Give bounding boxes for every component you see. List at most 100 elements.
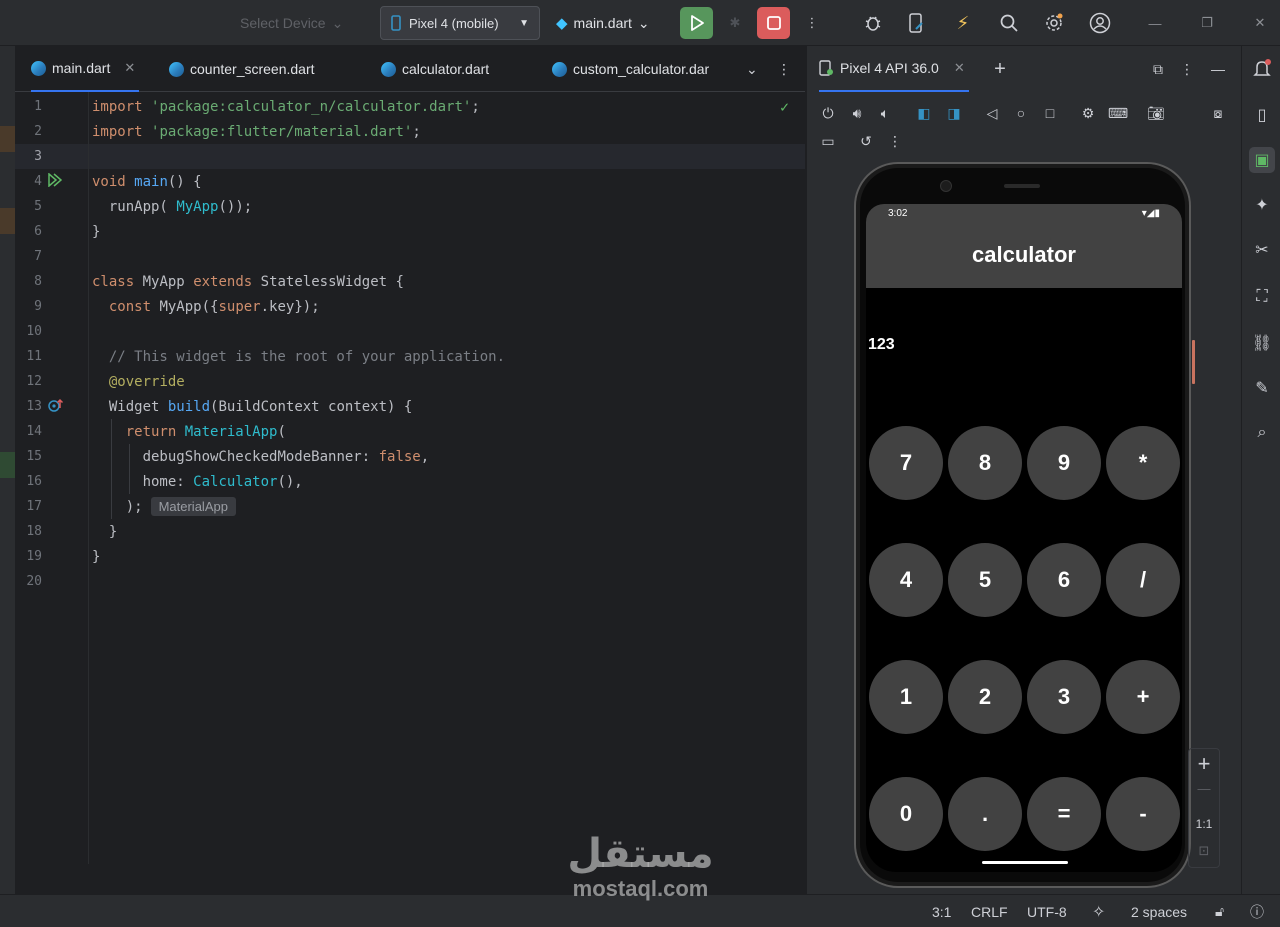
- ai-assist-icon[interactable]: ✧: [1092, 895, 1105, 927]
- run-button[interactable]: [680, 7, 713, 39]
- camera-icon[interactable]: 📷︎: [1143, 100, 1169, 126]
- file-encoding[interactable]: UTF-8: [1027, 895, 1067, 927]
- kebab-icon[interactable]: ⋮: [882, 128, 908, 154]
- zoom-fit-icon[interactable]: ⊡: [1189, 843, 1219, 859]
- tab-custom-calculator[interactable]: custom_calculator.dar: [552, 46, 709, 92]
- open-external-icon[interactable]: ⧉: [1145, 56, 1171, 82]
- edit-icon[interactable]: ✎: [1249, 375, 1275, 401]
- account-icon[interactable]: [1087, 0, 1113, 46]
- tabs-dropdown-icon[interactable]: ⌄: [746, 46, 758, 92]
- volume-down-icon[interactable]: 🔈︎: [872, 100, 898, 126]
- chevron-down-icon: ⌄: [331, 14, 344, 31]
- key-0[interactable]: 0: [869, 777, 943, 851]
- hide-panel-icon[interactable]: —: [1205, 56, 1231, 82]
- volume-up-icon[interactable]: 🔊︎: [844, 100, 870, 126]
- zoom-actual-size[interactable]: 1:1: [1189, 817, 1219, 831]
- problems-icon[interactable]: ⓘ: [1250, 895, 1264, 927]
- inspect-icon[interactable]: ⧇: [1205, 100, 1231, 126]
- lock-icon[interactable]: 🔓︎: [1215, 895, 1224, 927]
- kebab-icon[interactable]: ⋮: [799, 0, 825, 46]
- line-number: 10: [26, 324, 42, 339]
- dart-file-icon: [31, 60, 46, 76]
- line-number: 12: [26, 374, 42, 389]
- key-9[interactable]: 9: [1027, 426, 1101, 500]
- key-5[interactable]: 5: [948, 543, 1022, 617]
- settings-icon[interactable]: [1041, 0, 1067, 46]
- key-2[interactable]: 2: [948, 660, 1022, 734]
- key-7[interactable]: 7: [869, 426, 943, 500]
- add-device-icon[interactable]: +: [987, 56, 1013, 82]
- kebab-icon[interactable]: ⋮: [1174, 56, 1200, 82]
- run-config-selector[interactable]: ◆ main.dart ⌄: [556, 0, 650, 46]
- close-tab-icon[interactable]: ✕: [124, 60, 135, 76]
- key-1[interactable]: 1: [869, 660, 943, 734]
- key-8[interactable]: 8: [948, 426, 1022, 500]
- device-explorer-icon[interactable]: ▯: [1249, 102, 1275, 128]
- hot-reload-icon[interactable]: ⚡: [950, 0, 976, 46]
- restore-icon[interactable]: ❐: [1194, 0, 1220, 46]
- tab-main-dart[interactable]: main.dart ✕: [31, 46, 140, 92]
- device-settings-icon[interactable]: ⚙: [1075, 100, 1101, 126]
- key-divide[interactable]: /: [1106, 543, 1180, 617]
- line-number: 19: [26, 549, 42, 564]
- close-tab-icon[interactable]: ✕: [954, 60, 965, 76]
- notifications-icon[interactable]: [1249, 56, 1275, 82]
- indent-setting[interactable]: 2 spaces: [1131, 895, 1187, 927]
- stop-button[interactable]: [757, 7, 790, 39]
- device-manager-icon[interactable]: [903, 0, 929, 46]
- line-number: 15: [26, 449, 42, 464]
- key-multiply[interactable]: *: [1106, 426, 1180, 500]
- key-equals[interactable]: =: [1027, 777, 1101, 851]
- link-icon[interactable]: ⛓: [1249, 330, 1275, 356]
- line-number: 7: [34, 249, 42, 264]
- back-icon[interactable]: ◁: [979, 100, 1005, 126]
- key-minus[interactable]: -: [1106, 777, 1180, 851]
- line-separator[interactable]: CRLF: [971, 895, 1008, 927]
- select-device-dropdown[interactable]: Select Device ⌄: [240, 0, 343, 46]
- line-number: 1: [34, 99, 42, 114]
- zoom-out-icon[interactable]: —: [1189, 781, 1219, 796]
- emulator-tab-bar: Pixel 4 API 36.0 ✕ + ⧉ ⋮ —: [807, 46, 1242, 92]
- gesture-bar[interactable]: [982, 861, 1068, 864]
- run-gutter-icon[interactable]: [48, 171, 63, 191]
- inspect-icon[interactable]: ⌕: [1249, 420, 1275, 446]
- layout-inspector-icon[interactable]: ⛶: [1249, 284, 1275, 310]
- phone-screen[interactable]: 3:02 ▾◢▮ calculator 123 7 8 9 * 4 5 6 / …: [866, 204, 1182, 872]
- overview-icon[interactable]: □: [1037, 100, 1063, 126]
- cursor-position[interactable]: 3:1: [932, 895, 951, 927]
- power-icon[interactable]: ⏻: [815, 100, 841, 126]
- device-selector[interactable]: Pixel 4 (mobile) ▼: [380, 6, 540, 40]
- bug-icon[interactable]: [860, 0, 886, 46]
- tab-pixel-4[interactable]: Pixel 4 API 36.0 ✕: [819, 46, 969, 92]
- key-6[interactable]: 6: [1027, 543, 1101, 617]
- play-icon: [690, 15, 704, 31]
- kebab-icon[interactable]: ⋮: [777, 46, 791, 92]
- code-editor[interactable]: 1 import 'package:calculator_n/calculato…: [15, 92, 805, 864]
- home-icon[interactable]: ○: [1008, 100, 1034, 126]
- record-icon[interactable]: ▭: [815, 128, 841, 154]
- tab-counter-screen[interactable]: counter_screen.dart: [169, 46, 315, 92]
- tab-calculator[interactable]: calculator.dart: [381, 46, 489, 92]
- flutter-inspector-icon[interactable]: ✂: [1249, 237, 1275, 263]
- code-line: 9 const MyApp({super.key});: [15, 294, 805, 319]
- key-3[interactable]: 3: [1027, 660, 1101, 734]
- override-gutter-icon[interactable]: [48, 398, 64, 416]
- debug-icon[interactable]: ✱: [722, 0, 748, 46]
- gemini-icon[interactable]: ✦: [1249, 192, 1275, 218]
- editor-tab-bar: main.dart ✕ counter_screen.dart calculat…: [15, 46, 805, 92]
- line-number: 8: [34, 274, 42, 289]
- rotate-right-icon[interactable]: ◨: [941, 100, 967, 126]
- key-4[interactable]: 4: [869, 543, 943, 617]
- minimize-icon[interactable]: —: [1142, 0, 1168, 46]
- search-icon[interactable]: [996, 0, 1022, 46]
- rotate-left-icon[interactable]: ◧: [911, 100, 937, 126]
- key-decimal[interactable]: .: [948, 777, 1022, 851]
- chevron-down-icon: ⌄: [637, 14, 650, 31]
- key-plus[interactable]: +: [1106, 660, 1180, 734]
- phone-icon: [391, 15, 401, 31]
- running-devices-icon[interactable]: ▣: [1249, 147, 1275, 173]
- keyboard-icon[interactable]: ⌨: [1105, 100, 1131, 126]
- close-window-icon[interactable]: ✕: [1247, 0, 1273, 46]
- snapshot-icon[interactable]: ↺: [853, 128, 879, 154]
- zoom-in-icon[interactable]: +: [1189, 751, 1219, 777]
